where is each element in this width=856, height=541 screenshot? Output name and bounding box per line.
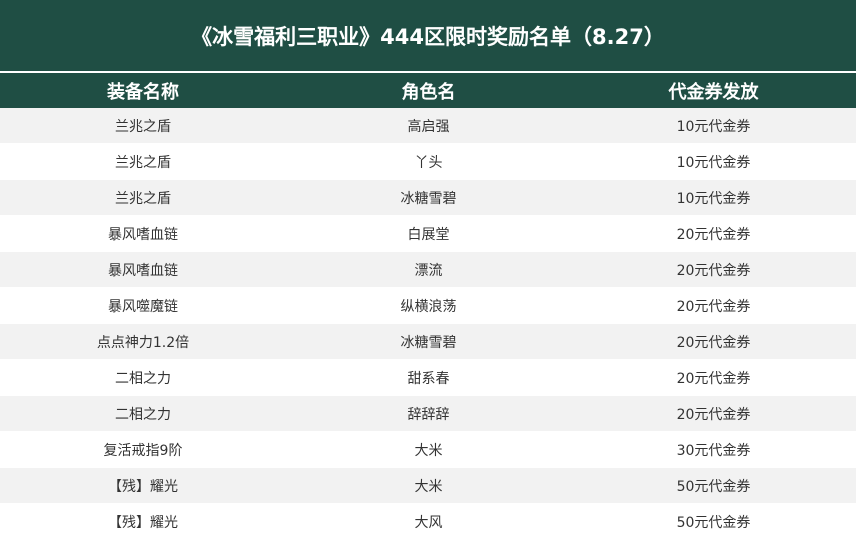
character-cell: 甜系春 xyxy=(407,370,450,387)
table-body: 兰兆之盾 高启强 10元代金券 兰兆之盾 丫头 10元代金券 兰兆之盾 冰糖雪碧… xyxy=(0,108,856,540)
equipment-cell: 兰兆之盾 xyxy=(115,190,171,207)
table-row: 兰兆之盾 丫头 10元代金券 xyxy=(0,144,856,180)
voucher-cell: 20元代金券 xyxy=(676,262,751,279)
equipment-cell: 兰兆之盾 xyxy=(115,118,171,135)
table-header: 装备名称 角色名 代金券发放 xyxy=(0,73,856,108)
title-banner: 《冰雪福利三职业》444区限时奖励名单（8.27） xyxy=(0,0,856,72)
equipment-cell: 点点神力1.2倍 xyxy=(96,334,190,351)
voucher-cell: 10元代金券 xyxy=(676,190,751,207)
table-row: 兰兆之盾 高启强 10元代金券 xyxy=(0,108,856,144)
equipment-cell: 二相之力 xyxy=(115,370,171,387)
table-row: 【残】耀光 大米 50元代金券 xyxy=(0,468,856,504)
equipment-cell: 暴风嗜血链 xyxy=(108,226,178,243)
voucher-cell: 20元代金券 xyxy=(676,334,751,351)
equipment-cell: 兰兆之盾 xyxy=(115,154,171,171)
table-row: 复活戒指9阶 大米 30元代金券 xyxy=(0,432,856,468)
column-header-equipment: 装备名称 xyxy=(107,81,179,103)
character-cell: 白展堂 xyxy=(407,226,450,243)
character-cell: 冰糖雪碧 xyxy=(400,190,457,207)
equipment-cell: 复活戒指9阶 xyxy=(103,442,183,459)
character-cell: 大风 xyxy=(414,514,443,531)
character-cell: 纵横浪荡 xyxy=(400,298,457,315)
column-header-character: 角色名 xyxy=(401,81,456,103)
character-cell: 丫头 xyxy=(414,154,443,171)
table-row: 暴风嗜血链 漂流 20元代金券 xyxy=(0,252,856,288)
column-header-voucher: 代金券发放 xyxy=(668,81,759,103)
table-row: 【残】耀光 大风 50元代金券 xyxy=(0,504,856,540)
character-cell: 漂流 xyxy=(414,262,443,279)
character-cell: 大米 xyxy=(414,442,443,459)
equipment-cell: 【残】耀光 xyxy=(108,514,178,531)
voucher-cell: 10元代金券 xyxy=(676,118,751,135)
voucher-cell: 50元代金券 xyxy=(676,514,751,531)
page-title: 《冰雪福利三职业》444区限时奖励名单（8.27） xyxy=(191,24,665,49)
table-row: 二相之力 辞辞辞 20元代金券 xyxy=(0,396,856,432)
table-row: 暴风嗜血链 白展堂 20元代金券 xyxy=(0,216,856,252)
table-row: 暴风噬魔链 纵横浪荡 20元代金券 xyxy=(0,288,856,324)
voucher-cell: 10元代金券 xyxy=(676,154,751,171)
voucher-cell: 30元代金券 xyxy=(676,442,751,459)
table-row: 点点神力1.2倍 冰糖雪碧 20元代金券 xyxy=(0,324,856,360)
voucher-cell: 50元代金券 xyxy=(676,478,751,495)
voucher-cell: 20元代金券 xyxy=(676,370,751,387)
character-cell: 冰糖雪碧 xyxy=(400,334,457,351)
equipment-cell: 暴风噬魔链 xyxy=(108,298,178,315)
equipment-cell: 【残】耀光 xyxy=(108,478,178,495)
character-cell: 大米 xyxy=(414,478,443,495)
voucher-cell: 20元代金券 xyxy=(676,298,751,315)
equipment-cell: 二相之力 xyxy=(115,406,171,423)
character-cell: 高启强 xyxy=(407,118,450,135)
table-row: 兰兆之盾 冰糖雪碧 10元代金券 xyxy=(0,180,856,216)
voucher-cell: 20元代金券 xyxy=(676,406,751,423)
equipment-cell: 暴风嗜血链 xyxy=(108,262,178,279)
table-row: 二相之力 甜系春 20元代金券 xyxy=(0,360,856,396)
voucher-cell: 20元代金券 xyxy=(676,226,751,243)
character-cell: 辞辞辞 xyxy=(407,406,450,423)
